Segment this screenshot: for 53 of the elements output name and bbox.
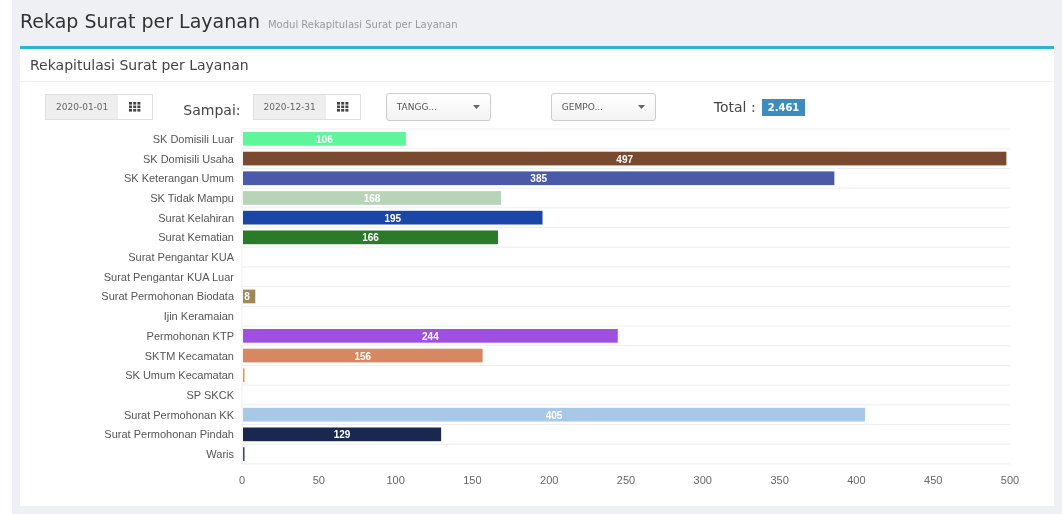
category-label: Permohonan KTP [146, 329, 234, 342]
axis-tick-label: 200 [540, 473, 559, 486]
axis-tick-label: 450 [924, 473, 943, 486]
category-label: Surat Permohonan Pindah [104, 428, 234, 441]
bar-value-label: 405 [545, 409, 563, 421]
total-label: Total : [713, 99, 756, 115]
axis-tick-label: 0 [238, 473, 246, 486]
bar-value-label: 8 [244, 291, 250, 303]
page-subtitle: Modul Rekapitulasi Surat per Layanan [267, 19, 458, 30]
category-label: SK Umum Kecamatan [125, 369, 234, 382]
category-label: Surat Kelahiran [158, 211, 234, 224]
axis-tick-label: 400 [847, 473, 866, 486]
total-badge: 2.461 [761, 98, 806, 116]
filter-dropdown[interactable]: TANGG... [385, 93, 491, 121]
axis-tick-label: 50 [312, 473, 325, 486]
category-label: SK Domisili Usaha [142, 152, 234, 165]
category-label: SP SKCK [186, 388, 234, 401]
page-title: Rekap Surat per Layanan [20, 10, 260, 32]
category-label: Surat Pengantar KUA Luar [103, 270, 234, 283]
bar-value-label: 129 [333, 429, 351, 441]
category-label: SKTM Kecamatan [144, 349, 234, 362]
category-label: SK Tidak Mampu [150, 191, 234, 204]
caret-icon [637, 105, 645, 109]
axis-tick-label: 100 [386, 473, 405, 486]
bar-value-label: 244 [422, 330, 439, 342]
filter-dropdown[interactable]: GEMPO... [550, 93, 656, 121]
bar-value-label: 168 [363, 192, 381, 204]
end-date-field[interactable]: 2020-12-31 [252, 94, 361, 120]
category-label: Surat Permohonan KK [123, 408, 234, 421]
axis-tick-label: 300 [693, 473, 712, 486]
calendar-grid-icon [336, 102, 349, 112]
start-date-field[interactable]: 2020-01-01 [45, 94, 154, 120]
caret-icon [472, 105, 480, 109]
category-label: Surat Pengantar KUA [128, 251, 234, 264]
card-title: Rekapitulasi Surat per Layanan [20, 49, 1054, 82]
category-label: SK Keterangan Umum [123, 172, 234, 185]
axis-tick-label: 350 [770, 473, 789, 486]
bar-value-label: 195 [384, 212, 402, 224]
category-label: Surat Kematian [158, 231, 234, 244]
calendar-grid-icon [129, 102, 142, 112]
category-label: Surat Permohonan Biodata [101, 290, 234, 303]
category-label: SK Domisili Luar [152, 132, 234, 145]
bar-value-label: 156 [354, 350, 372, 362]
axis-tick-label: 500 [1000, 473, 1020, 486]
axis-tick-label: 150 [463, 473, 482, 486]
bar-value-label: 166 [362, 232, 379, 244]
category-label: Ijin Keramaian [163, 310, 234, 323]
category-label: Waris [206, 448, 234, 461]
until-label: Sampai: [183, 101, 241, 118]
bar-value-label: 497 [616, 153, 634, 165]
axis-tick-label: 250 [616, 473, 636, 486]
bar-value-label: 106 [316, 133, 333, 145]
bar-value-label: 385 [530, 173, 547, 185]
